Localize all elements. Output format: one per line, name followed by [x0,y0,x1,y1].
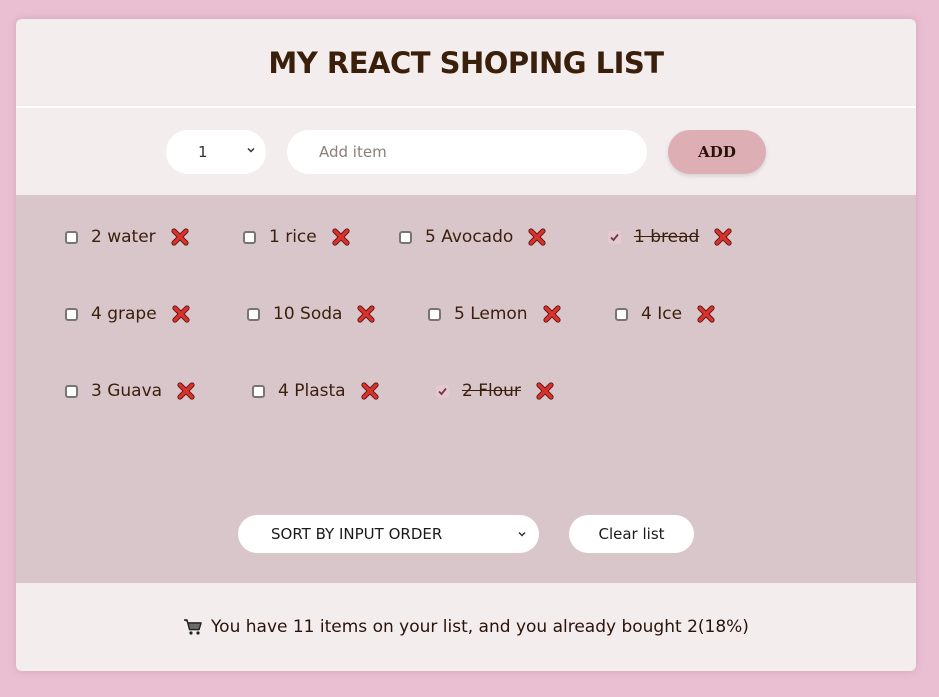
cart-icon [184,619,202,635]
delete-icon[interactable] [171,228,189,246]
delete-icon[interactable] [360,382,379,400]
delete-icon[interactable] [332,228,350,246]
item-checkbox[interactable] [399,230,412,244]
item-checkbox[interactable] [252,384,265,398]
item-checkbox[interactable] [428,307,441,321]
list-item: 2 Flour [436,379,554,403]
item-label: 3 Guava [91,381,163,401]
chevron-down-icon [518,531,526,537]
item-label: 2 Flour [462,381,521,401]
item-label: 2 water [91,227,156,247]
item-checkbox[interactable] [247,307,260,321]
item-label: 4 Ice [641,304,683,324]
item-checkbox[interactable] [65,230,78,244]
page-title: MY REACT SHOPING LIST [268,45,664,80]
sort-value: SORT BY INPUT ORDER [271,525,443,543]
delete-icon[interactable] [177,382,195,400]
delete-icon[interactable] [542,305,561,323]
header: MY REACT SHOPING LIST [16,19,916,108]
delete-icon[interactable] [528,228,546,246]
list-item: 1 bread [608,225,732,249]
list-item: 4 Plasta [252,379,379,403]
add-button[interactable]: ADD [668,129,766,174]
item-label: 5 Avocado [425,227,514,247]
add-item-placeholder: Add item [319,142,387,161]
item-checkbox[interactable] [243,230,256,244]
list-item: 5 Lemon [428,302,561,326]
list-item: 10 Soda [247,302,376,326]
add-item-input[interactable]: Add item [287,129,647,174]
item-label: 1 bread [634,227,700,247]
app-container: MY REACT SHOPING LIST 1 Add item ADD 2 w… [16,19,916,671]
item-checkbox[interactable] [608,230,621,244]
delete-icon[interactable] [536,382,554,400]
stats-text: You have 11 items on your list, and you … [211,617,749,637]
chevron-down-icon [247,147,255,153]
list-item: 2 water [65,225,189,249]
item-checkbox[interactable] [615,307,628,321]
delete-icon[interactable] [357,305,376,323]
sort-select[interactable]: SORT BY INPUT ORDER [238,515,539,553]
stats-footer: You have 11 items on your list, and you … [16,583,916,671]
item-label: 4 Plasta [278,381,346,401]
shopping-list: 2 water 1 rice 5 Avocado 1 bread 4 grape 10 S… [16,195,916,583]
list-item: 5 Avocado [399,225,546,249]
item-checkbox[interactable] [65,384,78,398]
list-item: 4 grape [65,302,190,326]
item-label: 4 grape [91,304,157,324]
item-checkbox[interactable] [65,307,78,321]
delete-icon[interactable] [697,305,715,323]
list-item: 4 Ice [615,302,715,326]
quantity-select[interactable]: 1 [166,129,266,174]
list-item: 3 Guava [65,379,195,403]
delete-icon[interactable] [714,228,732,246]
quantity-value: 1 [198,142,208,161]
add-item-form: 1 Add item ADD [16,108,916,195]
item-label: 10 Soda [273,304,343,324]
delete-icon[interactable] [172,305,190,323]
list-item: 1 rice [243,225,350,249]
item-checkbox[interactable] [436,384,449,398]
item-label: 1 rice [269,227,317,247]
clear-list-button[interactable]: Clear list [569,515,694,553]
item-label: 5 Lemon [454,304,528,324]
